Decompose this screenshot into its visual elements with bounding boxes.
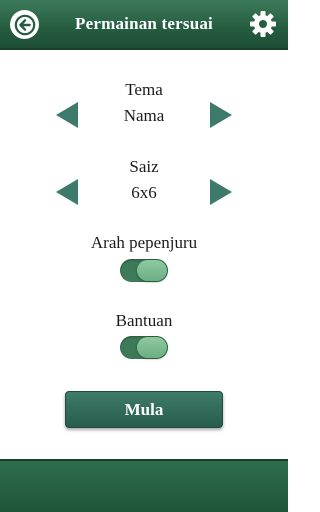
top-bar: Permainan tersuai (0, 0, 288, 50)
start-button[interactable]: Mula (65, 391, 223, 428)
size-next-button[interactable] (210, 179, 232, 205)
page-title: Permainan tersuai (75, 14, 213, 33)
toggle-knob (137, 260, 167, 281)
help-label: Bantuan (115, 311, 173, 330)
gear-icon (250, 11, 276, 37)
diagonal-toggle[interactable] (120, 259, 168, 282)
size-label: Saiz (129, 157, 159, 176)
back-arrow-icon (14, 14, 35, 35)
theme-value: Nama (123, 106, 165, 125)
diagonal-label: Arah pepenjuru (90, 233, 198, 252)
theme-label: Tema (125, 80, 163, 99)
back-button[interactable] (10, 10, 39, 39)
help-toggle[interactable] (120, 336, 168, 359)
bottom-bar (0, 459, 288, 512)
settings-button[interactable] (248, 9, 278, 39)
size-value: 6x6 (131, 183, 157, 202)
theme-next-button[interactable] (210, 102, 232, 128)
toggle-knob (137, 337, 167, 358)
